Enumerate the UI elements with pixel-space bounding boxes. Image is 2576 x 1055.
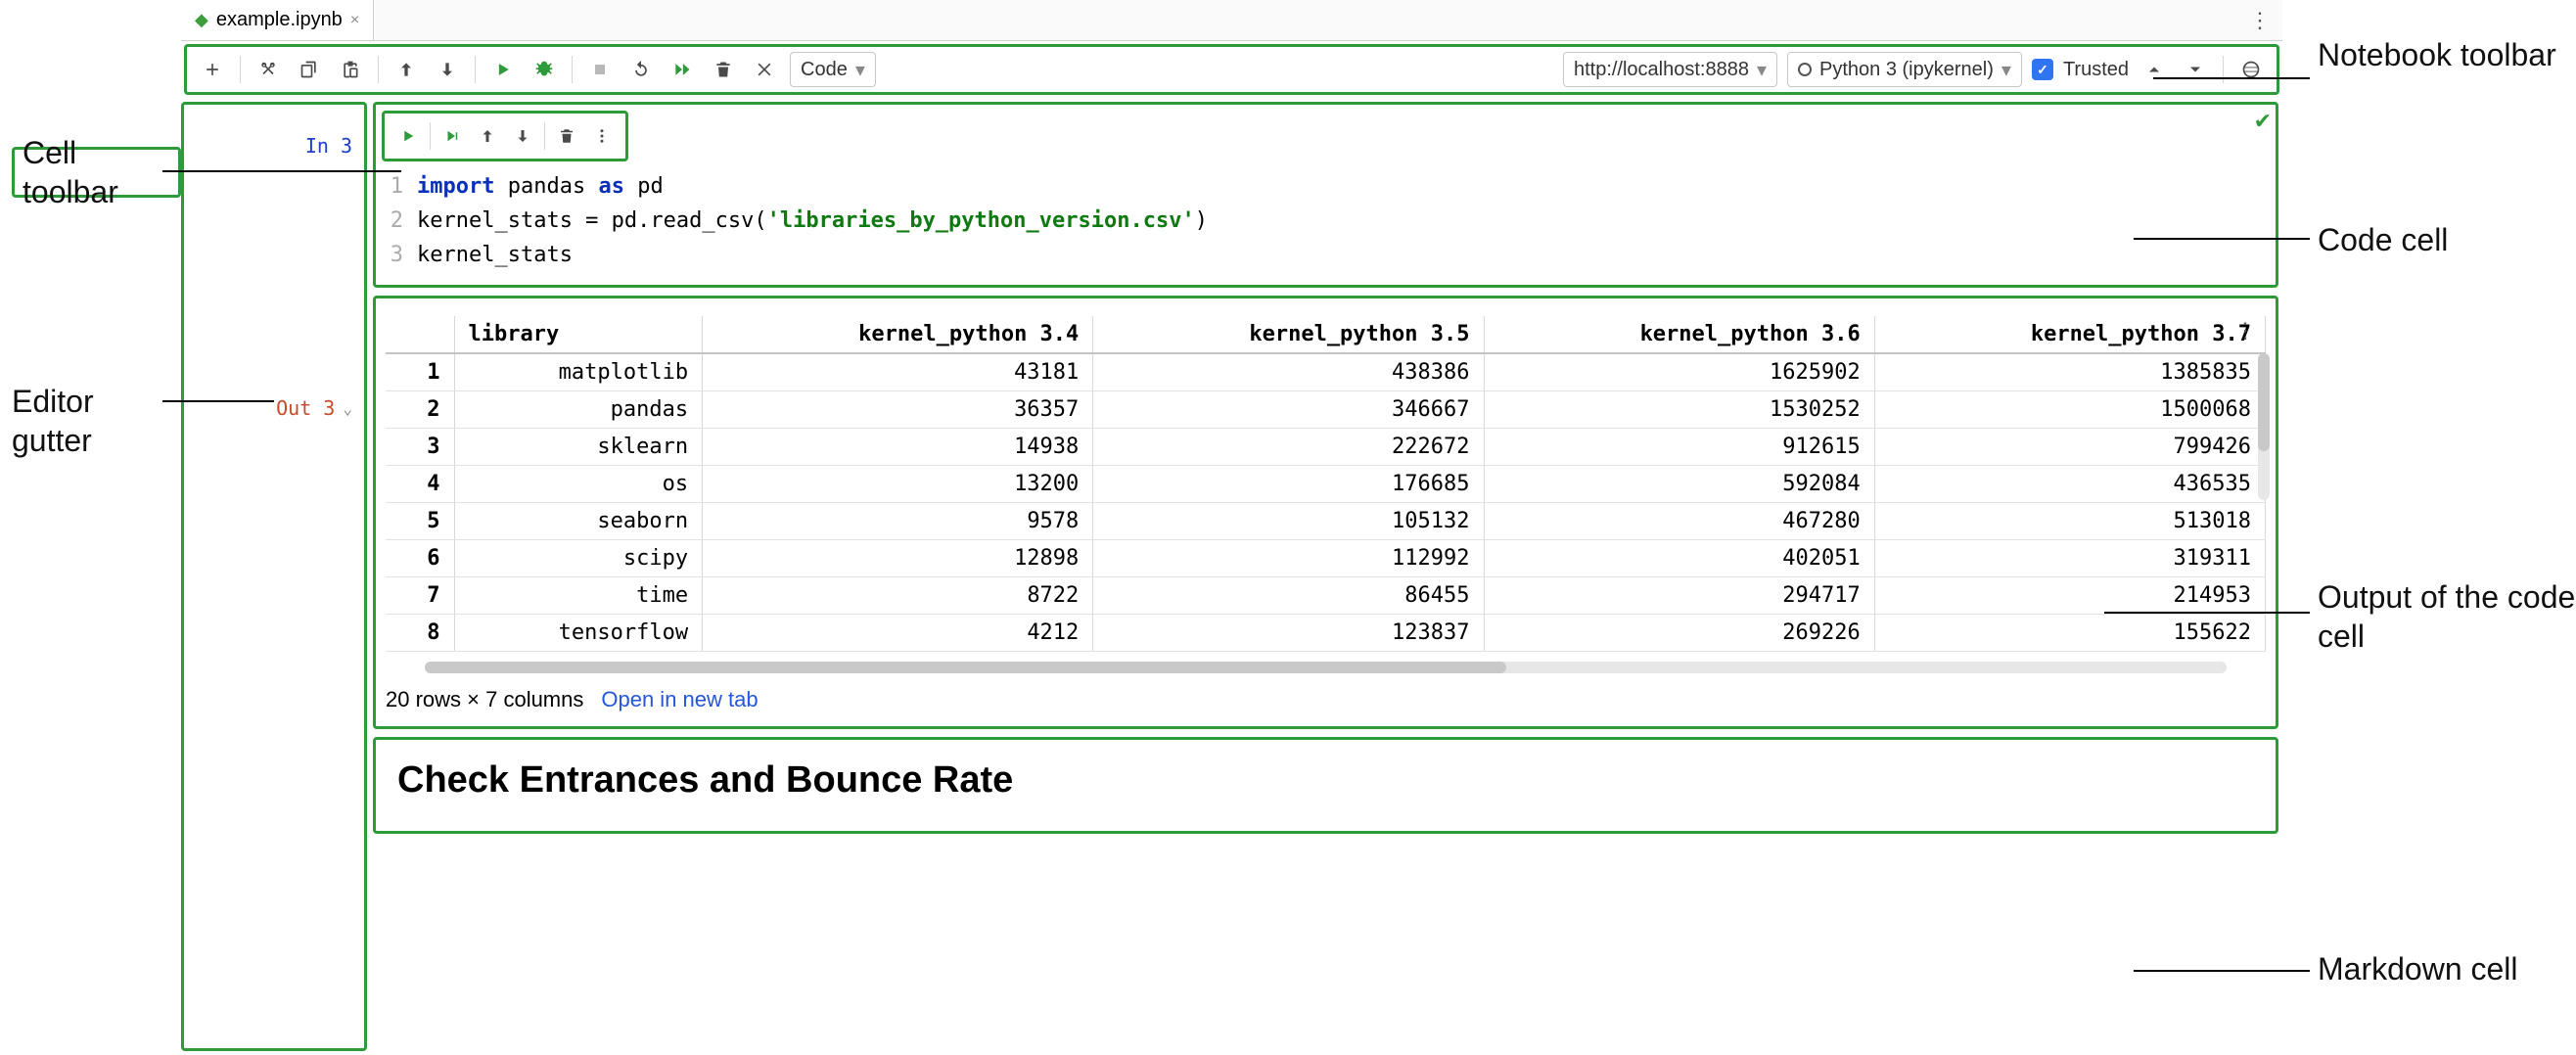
server-select[interactable]: http://localhost:8888 ▾ bbox=[1563, 52, 1777, 87]
open-in-new-tab-link[interactable]: Open in new tab bbox=[601, 687, 758, 712]
annotation-editor-gutter: Editor gutter bbox=[12, 382, 181, 460]
trusted-label: Trusted bbox=[2063, 59, 2129, 81]
run-and-select-button[interactable] bbox=[437, 120, 468, 152]
move-down-button[interactable] bbox=[432, 54, 463, 85]
code-text[interactable]: kernel_stats = pd.read_csv('libraries_by… bbox=[417, 204, 1208, 238]
run-cell-button[interactable] bbox=[392, 120, 424, 152]
table-header[interactable]: kernel_python 3.6 bbox=[1484, 316, 1874, 353]
dataframe-shape-label: 20 rows × 7 columns bbox=[386, 687, 583, 712]
table-header[interactable]: kernel_python 3.4 bbox=[703, 316, 1093, 353]
cell-type-select[interactable]: Code ▾ bbox=[790, 52, 876, 87]
copy-button[interactable] bbox=[294, 54, 325, 85]
editor-gutter: In 3 Out 3 ⌄ bbox=[181, 102, 367, 1051]
move-cell-up-button[interactable] bbox=[472, 120, 503, 152]
trusted-checkbox[interactable]: ✓ bbox=[2032, 59, 2053, 80]
cell-executed-check-icon: ✔ bbox=[2254, 109, 2272, 134]
table-header[interactable]: kernel_python 3.7 bbox=[1874, 316, 2265, 353]
table-row[interactable]: 6scipy12898112992402051319311 bbox=[386, 539, 2266, 576]
annotation-code-cell: Code cell bbox=[2318, 220, 2448, 259]
scrollbar-vertical[interactable] bbox=[2258, 353, 2270, 500]
cell-toolbar bbox=[382, 111, 628, 161]
kernel-status-icon bbox=[1798, 63, 1812, 76]
run-all-button[interactable] bbox=[667, 54, 698, 85]
table-row[interactable]: 1matplotlib4318143838616259021385835 bbox=[386, 353, 2266, 391]
markdown-heading: Check Entrances and Bounce Rate bbox=[397, 759, 2254, 802]
cell-execution-in-label: In 3 bbox=[305, 134, 352, 158]
file-tab[interactable]: ◆ example.ipynb × bbox=[181, 0, 374, 40]
output-more-icon[interactable]: ⋮ bbox=[2234, 318, 2256, 344]
notebook-file-icon: ◆ bbox=[195, 10, 208, 30]
chevron-down-icon: ⌄ bbox=[343, 399, 352, 418]
annotation-cell-toolbar: Cell toolbar bbox=[12, 147, 181, 198]
close-tab-icon[interactable]: × bbox=[350, 12, 359, 29]
cell-more-icon[interactable] bbox=[586, 120, 618, 152]
annotation-output: Output of the code cell bbox=[2318, 577, 2576, 656]
restart-kernel-button[interactable] bbox=[625, 54, 657, 85]
markdown-cell[interactable]: Check Entrances and Bounce Rate bbox=[373, 737, 2278, 834]
globe-icon[interactable] bbox=[2235, 54, 2267, 85]
notebook-toolbar: Code ▾ http://localhost:8888 ▾ Python 3 … bbox=[184, 44, 2279, 95]
notebook-editor: ◆ example.ipynb × ⋮ Code ▾ http://loca bbox=[181, 0, 2282, 1055]
table-row[interactable]: 5seaborn9578105132467280513018 bbox=[386, 502, 2266, 539]
interrupt-button[interactable] bbox=[584, 54, 616, 85]
cut-button[interactable] bbox=[253, 54, 284, 85]
tab-bar-more-icon[interactable]: ⋮ bbox=[2249, 8, 2271, 33]
chevron-down-icon: ▾ bbox=[2001, 58, 2011, 82]
paste-button[interactable] bbox=[335, 54, 366, 85]
file-tab-label: example.ipynb bbox=[216, 9, 343, 31]
line-number: 1 bbox=[376, 169, 417, 204]
delete-cell-button[interactable] bbox=[708, 54, 739, 85]
debug-button[interactable] bbox=[529, 54, 560, 85]
chevron-down-icon: ▾ bbox=[1757, 58, 1767, 82]
annotation-notebook-toolbar: Notebook toolbar bbox=[2318, 35, 2556, 74]
scroll-up-button[interactable] bbox=[2139, 54, 2170, 85]
clear-output-button[interactable] bbox=[749, 54, 780, 85]
cell-execution-out-label[interactable]: Out 3 ⌄ bbox=[276, 396, 352, 420]
run-cell-button[interactable] bbox=[487, 54, 519, 85]
kernel-name-label: Python 3 (ipykernel) bbox=[1819, 59, 1994, 81]
table-row[interactable]: 7time872286455294717214953 bbox=[386, 576, 2266, 614]
table-row[interactable]: 2pandas3635734666715302521500068 bbox=[386, 390, 2266, 428]
scrollbar-horizontal[interactable] bbox=[425, 662, 2227, 673]
editor-tab-bar: ◆ example.ipynb × ⋮ bbox=[181, 0, 2282, 41]
table-header[interactable]: kernel_python 3.5 bbox=[1093, 316, 1484, 353]
code-text[interactable]: kernel_stats bbox=[417, 238, 573, 272]
line-number: 2 bbox=[376, 204, 417, 238]
code-cell-output: ⋮ librarykernel_python 3.4kernel_python … bbox=[373, 296, 2278, 729]
add-cell-button[interactable] bbox=[197, 54, 228, 85]
right-annotation-column: Notebook toolbar Code cell Output of the… bbox=[2282, 0, 2576, 1055]
delete-cell-button[interactable] bbox=[551, 120, 582, 152]
dataframe-table: librarykernel_python 3.4kernel_python 3.… bbox=[386, 316, 2266, 652]
annotation-markdown-cell: Markdown cell bbox=[2318, 949, 2518, 988]
table-header[interactable]: library bbox=[454, 316, 703, 353]
move-cell-down-button[interactable] bbox=[507, 120, 538, 152]
line-number: 3 bbox=[376, 238, 417, 272]
move-up-button[interactable] bbox=[391, 54, 422, 85]
chevron-down-icon: ▾ bbox=[855, 58, 865, 82]
left-annotation-column: Cell toolbar Editor gutter bbox=[0, 0, 181, 1055]
server-url-label: http://localhost:8888 bbox=[1574, 59, 1749, 81]
kernel-select[interactable]: Python 3 (ipykernel) ▾ bbox=[1787, 52, 2022, 87]
code-text[interactable]: import pandas as pd bbox=[417, 169, 664, 204]
cell-type-label: Code bbox=[801, 59, 848, 81]
table-row[interactable]: 8tensorflow4212123837269226155622 bbox=[386, 614, 2266, 651]
table-row[interactable]: 3sklearn14938222672912615799426 bbox=[386, 428, 2266, 465]
table-header[interactable] bbox=[386, 316, 454, 353]
table-row[interactable]: 4os13200176685592084436535 bbox=[386, 465, 2266, 502]
scroll-down-button[interactable] bbox=[2180, 54, 2211, 85]
code-cell[interactable]: ✔ 1import pandas as pd2kernel_stats = pd… bbox=[373, 102, 2278, 288]
